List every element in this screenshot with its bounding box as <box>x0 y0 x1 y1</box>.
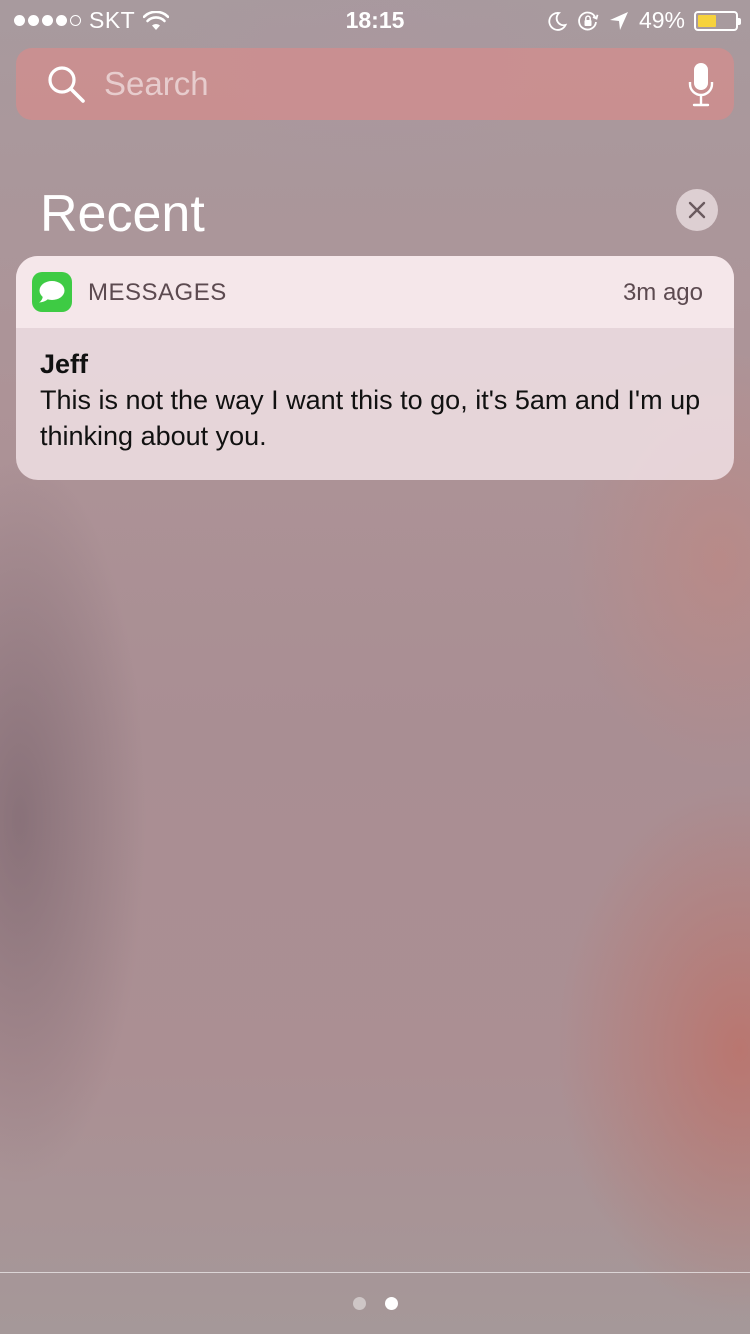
recent-title: Recent <box>40 185 205 243</box>
rotation-lock-icon <box>578 11 599 30</box>
battery-fill <box>698 14 716 27</box>
search-input[interactable] <box>104 62 664 106</box>
status-bar: SKT 18:15 49% <box>0 0 750 40</box>
microphone-icon[interactable] <box>688 62 714 108</box>
location-arrow-icon <box>609 11 628 30</box>
battery-icon <box>694 10 741 31</box>
status-right: 49% <box>546 7 741 34</box>
battery-cap <box>738 17 741 25</box>
notification-message: This is not the way I want this to go, i… <box>40 385 701 451</box>
messages-app-icon <box>32 272 72 312</box>
bottom-divider <box>0 1272 750 1273</box>
notification-card[interactable]: MESSAGES 3m ago Jeff This is not the way… <box>16 256 734 480</box>
clear-notifications-button[interactable] <box>676 189 718 231</box>
notification-sender: Jeff <box>40 349 89 379</box>
messages-bubble-icon <box>39 281 65 303</box>
search-bar[interactable] <box>16 48 734 120</box>
notification-body: Jeff This is not the way I want this to … <box>40 346 720 454</box>
page-dot[interactable] <box>352 1297 366 1310</box>
moon-icon <box>548 11 568 31</box>
close-icon <box>688 201 706 219</box>
page-indicator[interactable] <box>0 1297 750 1310</box>
battery-percent: 49% <box>638 7 685 33</box>
page-dot-active[interactable] <box>384 1297 398 1310</box>
notification-app-name: MESSAGES <box>88 279 227 306</box>
search-icon <box>48 66 85 103</box>
notification-time: 3m ago <box>622 279 703 306</box>
notification-header: MESSAGES 3m ago <box>16 256 734 328</box>
